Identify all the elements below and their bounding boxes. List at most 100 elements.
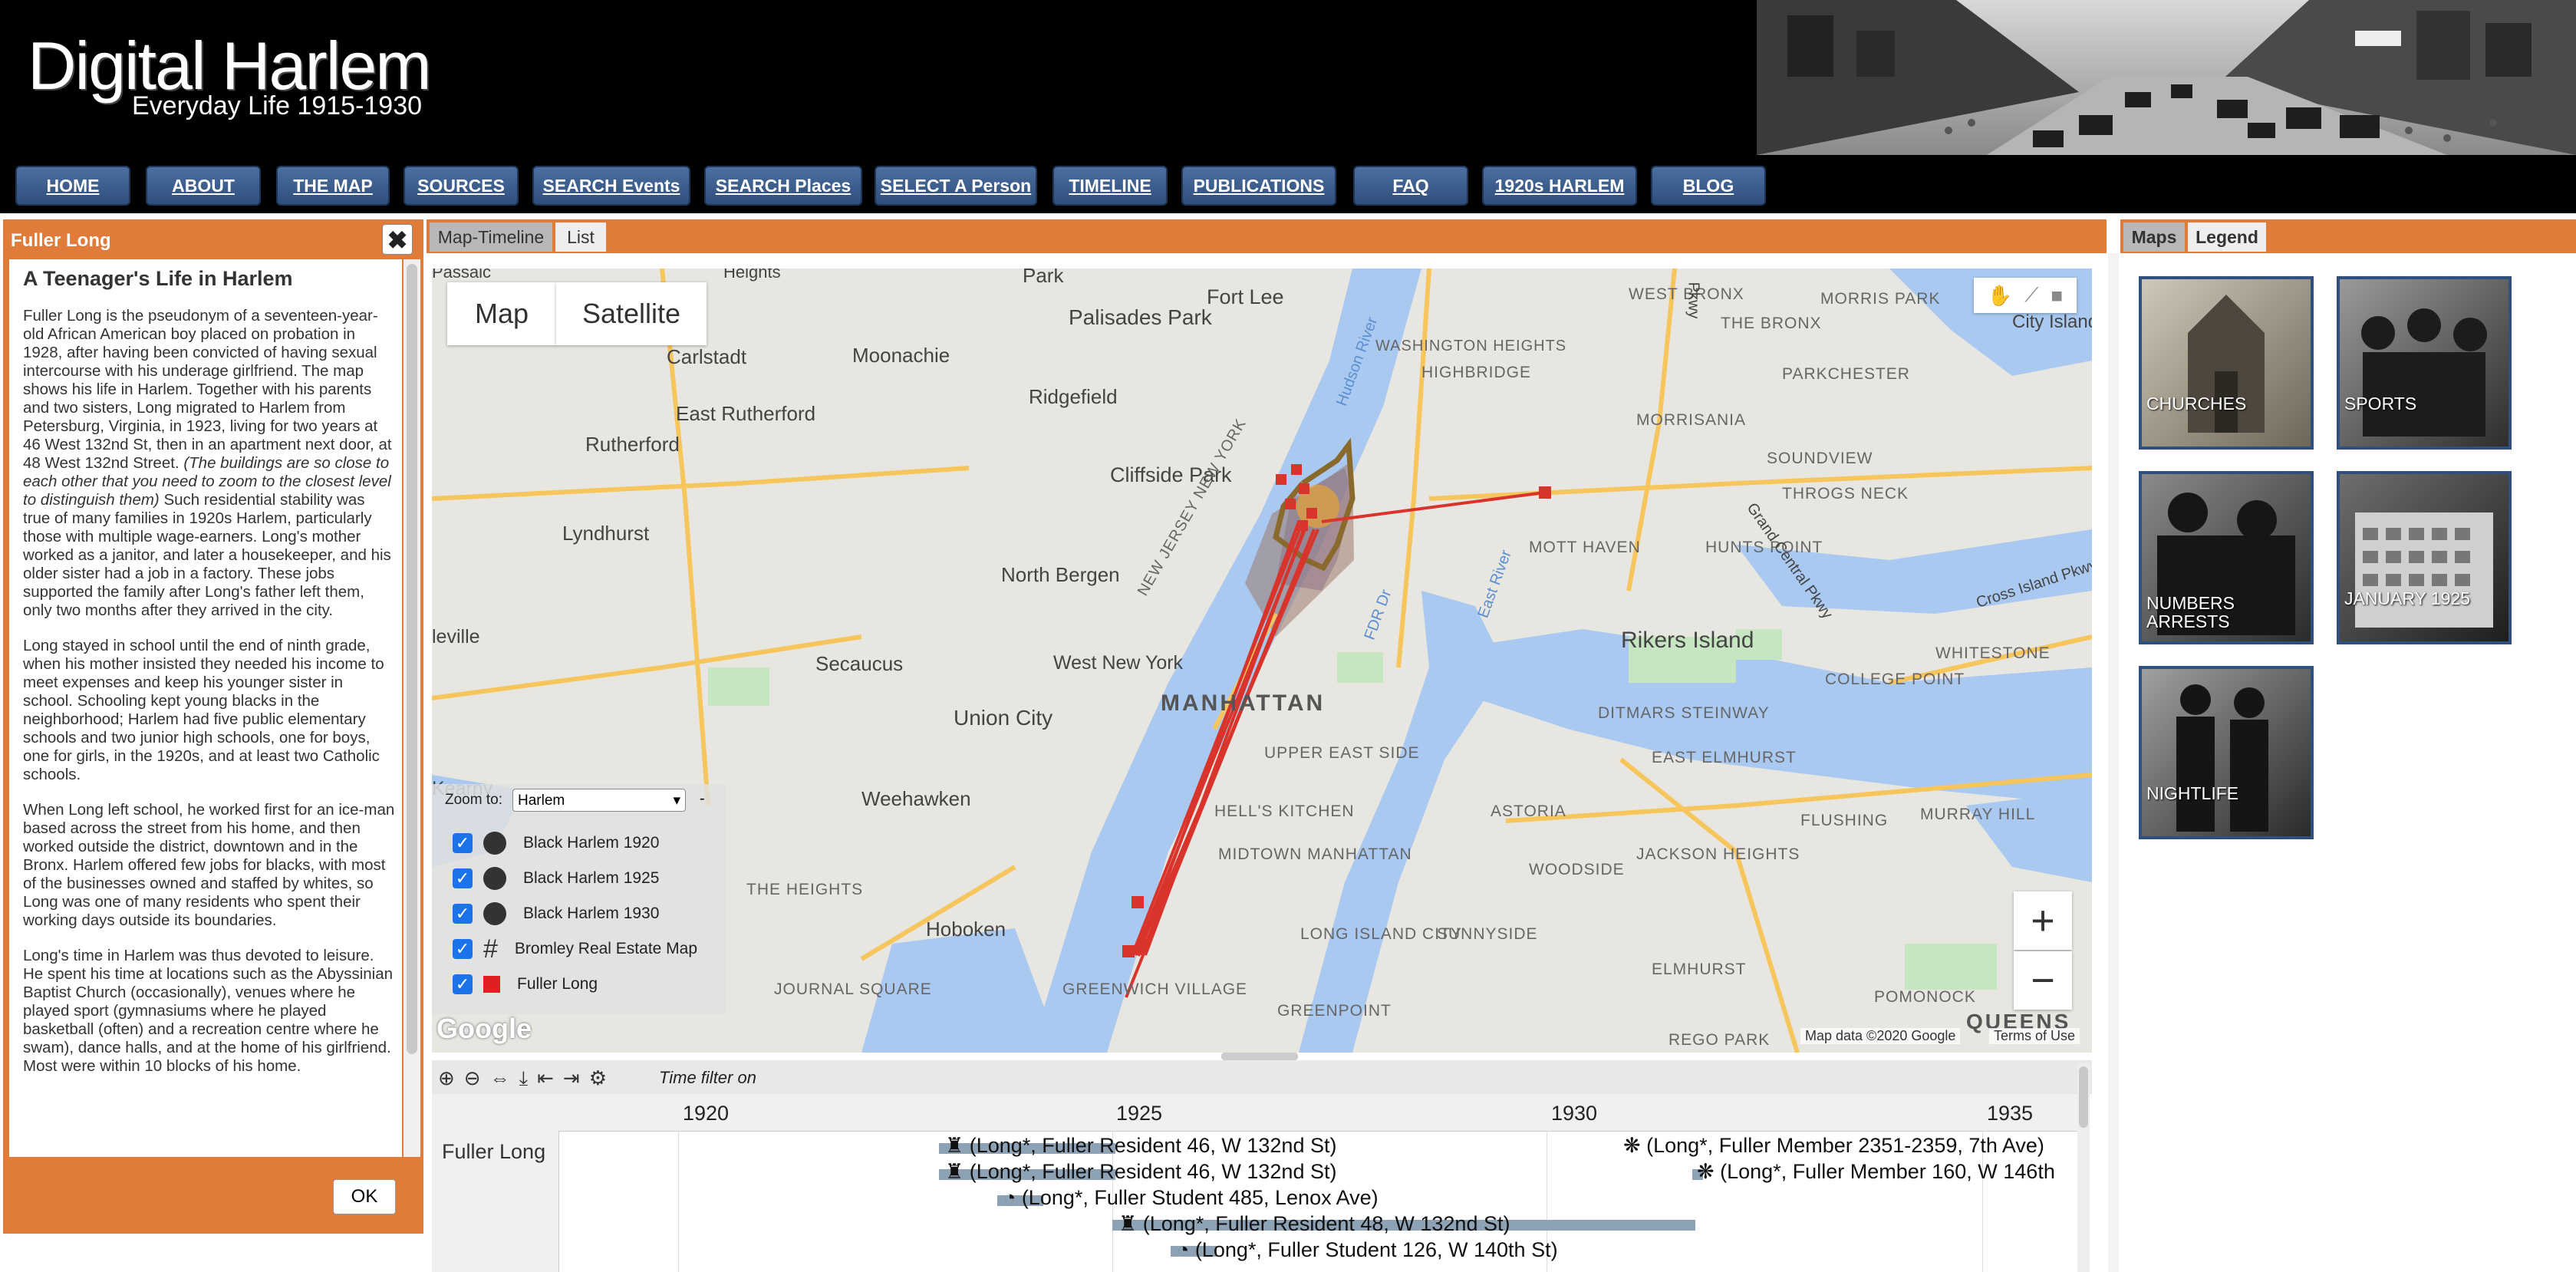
article-text: Fuller Long is the pseudonym of a sevent…	[23, 307, 396, 1092]
layer-black-harlem-1930[interactable]: ✓ Black Harlem 1930	[453, 901, 659, 927]
map-place-label: Union City	[954, 706, 1053, 730]
map-place-label: Rikers Island	[1621, 628, 1754, 653]
map-place-label: FLUSHING	[1800, 812, 1889, 829]
nav-search-events[interactable]: SEARCH Events	[532, 166, 690, 206]
map-place-label: GREENWICH VILLAGE	[1062, 980, 1248, 998]
timeline-event[interactable]: ❋ (Long*, Fuller Member 160, W 146th	[1697, 1160, 2073, 1184]
layer-black-harlem-1925[interactable]: ✓ Black Harlem 1925	[453, 865, 659, 891]
map-place-label: Passaic	[432, 269, 492, 282]
nav-sources[interactable]: SOURCES	[404, 166, 519, 206]
nav-about[interactable]: ABOUT	[146, 166, 261, 206]
member-icon: ❋	[1697, 1160, 1721, 1183]
map-place-label: City Island	[2012, 311, 2092, 332]
layer-bromley-map[interactable]: ✓ # Bromley Real Estate Map	[453, 934, 697, 964]
nav-1920s-harlem[interactable]: 1920s HARLEM	[1482, 166, 1637, 206]
nav-blog[interactable]: BLOG	[1651, 166, 1766, 206]
checkbox-checked-icon[interactable]: ✓	[453, 974, 473, 994]
panel-scroll-thumb[interactable]	[407, 264, 417, 1054]
map-timeline-resize-handle[interactable]	[1221, 1053, 1298, 1060]
paragraph-2: Long stayed in school until the end of n…	[23, 637, 384, 783]
checkbox-checked-icon[interactable]: ✓	[453, 904, 473, 924]
map-place-label: WASHINGTON HEIGHTS	[1375, 338, 1567, 354]
jump-start-icon[interactable]: ⇤	[537, 1066, 554, 1091]
map-thumb-numbers-arrests[interactable]: NUMBERS ARRESTS	[2139, 471, 2314, 644]
zoom-in-button[interactable]: +	[2014, 891, 2072, 950]
map-place-label: WHITESTONE	[1935, 644, 2051, 662]
timeline-event[interactable]: ♜ (Long*, Fuller Resident 48, W 132nd St…	[1118, 1212, 1510, 1236]
timeline-event[interactable]: ◔ (Long*, Fuller Student 485, Lenox Ave)	[1003, 1186, 1379, 1210]
nav-the-map[interactable]: THE MAP	[276, 166, 390, 206]
map-attribution: Map data ©2020 Google	[1800, 1028, 1961, 1044]
timeline-event[interactable]: ♜ (Long*, Fuller Resident 46, W 132nd St…	[945, 1134, 1336, 1158]
draw-line-icon[interactable]: ⟋	[2024, 283, 2038, 308]
timeline-toolbar: ⊕ ⊖ ⇔ ⤓ ⇤ ⇥ ⚙ Time filter on	[432, 1060, 2092, 1094]
download-icon[interactable]: ⤓	[519, 1066, 529, 1091]
timeline-event[interactable]: ◔ (Long*, Fuller Student 126, W 140th St…	[1177, 1238, 1558, 1262]
nav-timeline[interactable]: TIMELINE	[1052, 166, 1168, 206]
map-place-label: HELL'S KITCHEN	[1214, 802, 1355, 820]
timeline-scroll-thumb[interactable]	[2079, 1066, 2088, 1128]
site-header: Digital Harlem Everyday Life 1915-1930	[0, 0, 2576, 155]
map-thumb-january-1925[interactable]: JANUARY 1925	[2337, 471, 2512, 644]
close-panel-button[interactable]: ✖	[382, 224, 413, 255]
nav-faq[interactable]: FAQ	[1353, 166, 1468, 206]
ok-button[interactable]: OK	[333, 1179, 396, 1214]
map-place-label: MURRAY HILL	[1920, 806, 2036, 823]
tab-legend[interactable]: Legend	[2188, 222, 2266, 252]
layer-fuller-long[interactable]: ✓ Fuller Long	[453, 971, 598, 997]
zoom-in-circle-icon[interactable]: ⊕	[438, 1066, 455, 1091]
map-thumb-sports[interactable]: SPORTS	[2337, 276, 2512, 450]
nav-search-places[interactable]: SEARCH Places	[704, 166, 862, 206]
map-place-label: MANHATTAN	[1161, 690, 1326, 716]
zoom-to-select[interactable]: Harlem ▾	[512, 789, 686, 812]
map-thumb-churches[interactable]: CHURCHES	[2139, 276, 2314, 450]
tab-list[interactable]: List	[555, 222, 606, 252]
map-type-satellite-button[interactable]: Satellite	[556, 282, 707, 345]
timeline-event[interactable]: ❋ (Long*, Fuller Member 2351-2359, 7th A…	[1623, 1134, 2044, 1158]
article-heading: A Teenager's Life in Harlem	[23, 267, 293, 290]
terms-link[interactable]: Terms of Use	[1989, 1028, 2080, 1044]
time-filter-status[interactable]: Time filter on	[659, 1068, 756, 1088]
map-place-label: UPPER EAST SIDE	[1264, 744, 1420, 762]
jump-end-icon[interactable]: ⇥	[563, 1066, 580, 1091]
tab-map-timeline[interactable]: Map-Timeline	[430, 222, 552, 252]
gear-icon[interactable]: ⚙	[589, 1066, 607, 1091]
chevron-down-icon: ▾	[673, 793, 680, 809]
year-label: 1920	[683, 1102, 730, 1125]
map-place-label: North Bergen	[1001, 563, 1120, 586]
map-type-map-button[interactable]: Map	[447, 282, 557, 345]
nav-publications[interactable]: PUBLICATIONS	[1181, 166, 1336, 206]
fit-horizontal-icon[interactable]: ⇔	[490, 1066, 510, 1091]
nav-select-person[interactable]: SELECT A Person	[875, 166, 1037, 206]
map-thumb-nightlife[interactable]: NIGHTLIFE	[2139, 666, 2314, 839]
google-logo: Google	[436, 1013, 532, 1044]
layer-black-harlem-1920[interactable]: ✓ Black Harlem 1920	[453, 830, 659, 856]
splitter-handle[interactable]	[2108, 253, 2119, 1272]
zoom-to-dash: -	[700, 790, 705, 807]
checkbox-checked-icon[interactable]: ✓	[453, 868, 473, 888]
draw-shape-icon[interactable]: ■	[2051, 284, 2063, 308]
zoom-out-button[interactable]: −	[2014, 951, 2072, 1010]
resident-icon: ♜	[945, 1160, 970, 1183]
map-place-label: Pkwy	[1685, 282, 1702, 319]
resident-icon: ♜	[1118, 1212, 1143, 1235]
map-place-label: EAST ELMHURST	[1652, 749, 1797, 766]
nav-home[interactable]: HOME	[15, 166, 130, 206]
hand-icon[interactable]: ✋	[1988, 284, 2012, 308]
map-place-label: PARKCHESTER	[1782, 365, 1910, 383]
zoom-to-label: Zoom to:	[445, 792, 502, 808]
map-place-label: Lyndhurst	[562, 522, 650, 545]
zoom-out-circle-icon[interactable]: ⊖	[464, 1066, 481, 1091]
paragraph-3: When Long left school, he worked first f…	[23, 801, 395, 929]
checkbox-checked-icon[interactable]: ✓	[453, 939, 473, 959]
timeline-event[interactable]: ♜ (Long*, Fuller Resident 46, W 132nd St…	[945, 1160, 1336, 1184]
tab-maps[interactable]: Maps	[2123, 222, 2185, 252]
map-place-label: Rutherford	[585, 433, 680, 456]
checkbox-checked-icon[interactable]: ✓	[453, 833, 473, 853]
map-place-label: West New York	[1053, 652, 1184, 674]
header-street-photo	[1757, 0, 2576, 155]
timeline-name-column	[432, 1094, 559, 1272]
panel-body: A Teenager's Life in Harlem Fuller Long …	[9, 259, 402, 1157]
paragraph-4: Long's time in Harlem was thus devoted t…	[23, 947, 394, 1075]
timeline-year-axis	[558, 1094, 2077, 1132]
